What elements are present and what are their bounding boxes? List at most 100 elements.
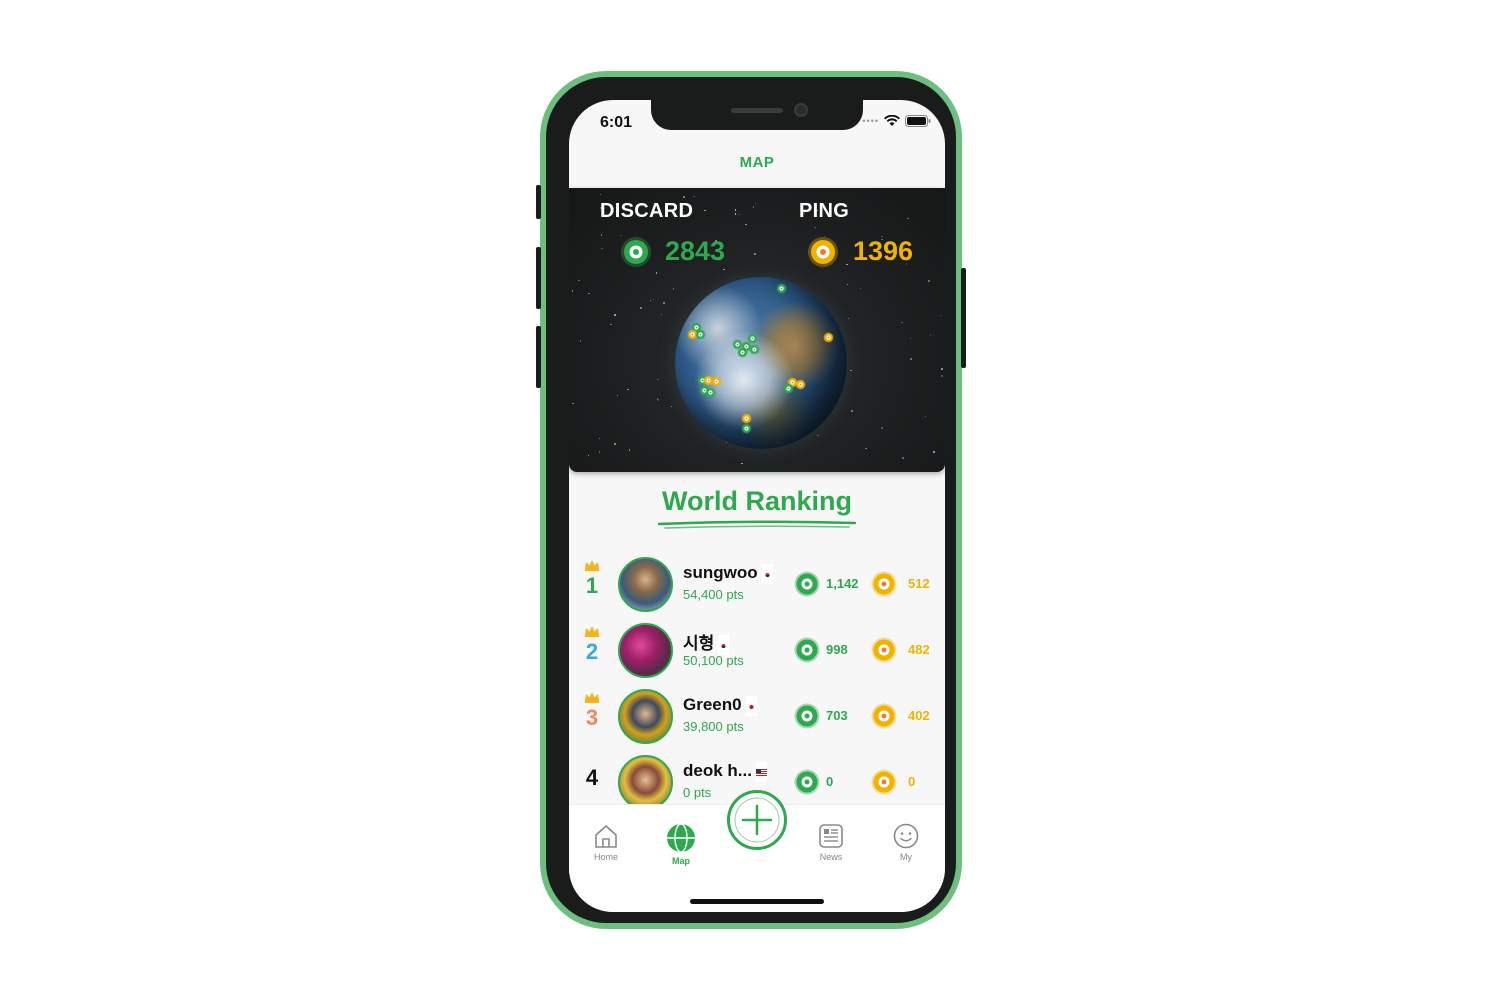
- star: [579, 340, 582, 342]
- star: [754, 202, 757, 205]
- user-name-text: Green0: [683, 695, 742, 714]
- ping-marker[interactable]: [795, 379, 806, 390]
- tab-home[interactable]: Home: [576, 823, 636, 862]
- ping-icon: [871, 769, 897, 795]
- star: [814, 226, 816, 229]
- discard-marker[interactable]: [705, 387, 716, 398]
- star: [859, 287, 862, 290]
- front-camera: [794, 103, 808, 117]
- user-name[interactable]: Green0: [683, 695, 757, 716]
- ranking-row[interactable]: 3 Green0 39,800 pts 703 402: [569, 687, 945, 747]
- star: [640, 307, 642, 309]
- star: [598, 451, 601, 453]
- star: [599, 193, 602, 196]
- ranking-row[interactable]: 2 시형 50,100 pts 998 482: [569, 621, 945, 681]
- ranking-underline: [657, 520, 857, 529]
- flag-us-icon: [755, 761, 767, 782]
- flag-jp-icon: [745, 695, 757, 716]
- avatar[interactable]: [618, 557, 673, 612]
- star: [928, 280, 930, 282]
- discard-stat: 0: [826, 774, 834, 789]
- discard-marker[interactable]: [776, 283, 787, 294]
- plus-icon: [734, 797, 780, 843]
- star: [941, 368, 943, 370]
- star: [628, 449, 631, 451]
- discard-icon: [794, 769, 820, 795]
- user-points: 54,400 pts: [683, 587, 744, 602]
- discard-marker[interactable]: [695, 329, 706, 340]
- smiley-icon: [893, 823, 919, 849]
- crown-icon: [585, 560, 599, 571]
- star: [704, 209, 706, 212]
- home-indicator[interactable]: [690, 899, 824, 904]
- ranking-row[interactable]: 1 sungwoo 54,400 pts 1,142 512: [569, 555, 945, 615]
- add-button[interactable]: [727, 790, 787, 850]
- star: [600, 234, 603, 236]
- status-icons: ••••: [862, 115, 931, 127]
- ping-icon: [871, 637, 897, 663]
- mute-switch: [536, 185, 541, 219]
- avatar[interactable]: [618, 623, 673, 678]
- star: [752, 206, 755, 208]
- star: [745, 223, 747, 226]
- ping-count: 1396: [853, 236, 914, 266]
- star: [657, 399, 660, 401]
- discard-icon: [794, 637, 820, 663]
- star: [670, 405, 673, 408]
- tab-news[interactable]: News: [801, 823, 861, 862]
- tab-label: Home: [593, 852, 618, 862]
- star: [902, 457, 904, 459]
- ping-marker[interactable]: [711, 376, 722, 387]
- user-points: 39,800 pts: [683, 719, 744, 734]
- avatar[interactable]: [618, 755, 673, 810]
- earth-globe[interactable]: [675, 277, 847, 449]
- star: [846, 263, 848, 266]
- flag-kr-icon: [761, 563, 773, 584]
- star: [754, 253, 756, 255]
- star: [610, 323, 612, 326]
- home-icon: [595, 825, 617, 848]
- ping-icon: [808, 237, 838, 267]
- tab-label: News: [819, 852, 843, 862]
- discard-icon: [621, 237, 651, 267]
- user-name[interactable]: sungwoo: [683, 563, 773, 584]
- volume-up-button: [536, 247, 541, 309]
- user-name[interactable]: deok h...: [683, 761, 767, 782]
- user-name[interactable]: 시형: [683, 629, 730, 655]
- star: [817, 434, 819, 437]
- star: [663, 302, 665, 304]
- globe-map-panel[interactable]: DISCARD 2843 PING 1396: [569, 188, 945, 472]
- ping-stat: 0: [908, 774, 916, 789]
- tab-my[interactable]: My: [876, 823, 936, 862]
- star: [851, 410, 853, 412]
- tab-label: My: [900, 852, 912, 862]
- discard-marker[interactable]: [741, 423, 752, 434]
- star: [910, 358, 912, 360]
- wifi-icon: [884, 115, 900, 126]
- star: [881, 427, 883, 429]
- discard-marker[interactable]: [749, 344, 760, 355]
- ping-icon: [871, 703, 897, 729]
- discard-marker[interactable]: [737, 347, 748, 358]
- power-button: [961, 268, 966, 368]
- user-points: 50,100 pts: [683, 653, 744, 668]
- discard-marker[interactable]: [783, 383, 794, 394]
- star: [649, 299, 652, 302]
- star: [933, 451, 935, 453]
- star: [598, 437, 601, 440]
- tab-map[interactable]: Map: [651, 823, 711, 866]
- discard-marker[interactable]: [747, 333, 758, 344]
- star: [939, 314, 942, 317]
- star: [846, 283, 849, 286]
- star: [850, 369, 852, 372]
- ping-stat: 402: [908, 708, 930, 723]
- star: [901, 321, 903, 324]
- star: [693, 195, 695, 198]
- rank-number: 1: [585, 573, 599, 598]
- star: [941, 375, 943, 377]
- star: [601, 247, 603, 250]
- ping-marker[interactable]: [823, 332, 834, 343]
- phone-frame: 6:01 •••• MAP DISCARD 2843 PING 1396 Wor…: [536, 71, 966, 929]
- star: [683, 196, 685, 198]
- avatar[interactable]: [618, 689, 673, 744]
